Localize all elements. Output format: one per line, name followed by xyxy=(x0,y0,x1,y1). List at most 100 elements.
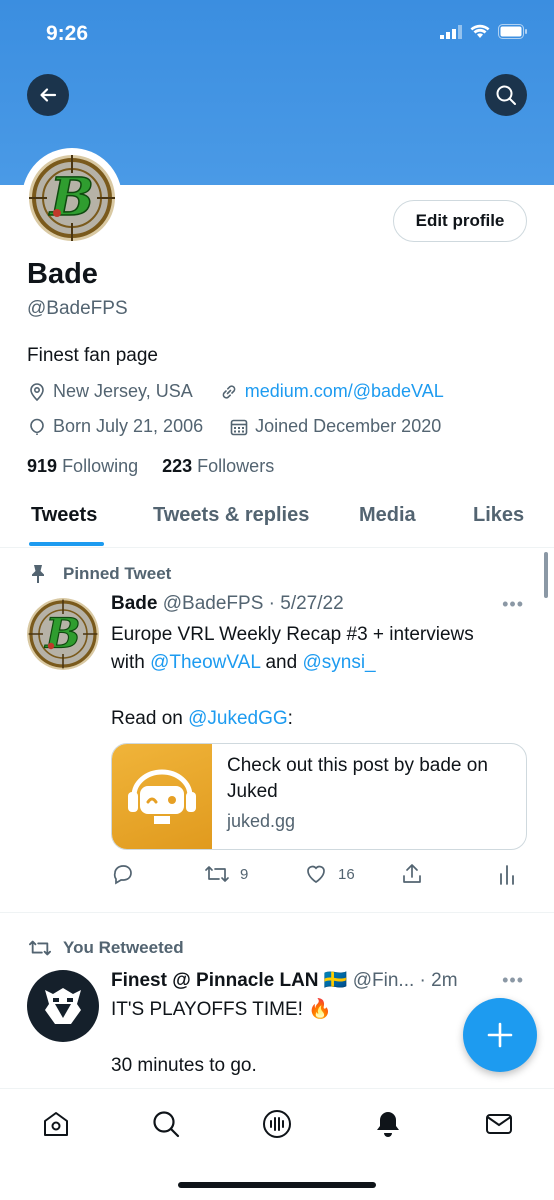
tweet-line-1: Europe VRL Weekly Recap #3 + interviews xyxy=(111,624,474,645)
status-bar: 9:26 xyxy=(0,18,554,48)
link-preview-card[interactable]: Check out this post by bade on Juked juk… xyxy=(111,743,527,850)
tweet-author-meta: @BadeFPS · 5/27/22 xyxy=(162,593,344,614)
retweet-line-1: IT'S PLAYOFFS TIME! 🔥 xyxy=(111,999,332,1020)
following-count: 919 xyxy=(27,456,58,476)
search-icon xyxy=(496,85,516,105)
retweet-author-avatar[interactable] xyxy=(27,970,99,1042)
tab-tweets-replies[interactable]: Tweets & replies xyxy=(153,504,309,527)
followers-link[interactable]: 223 Followers xyxy=(162,456,274,477)
search-icon xyxy=(153,1111,180,1138)
tweet-author-name[interactable]: Bade xyxy=(111,593,157,614)
mention-link[interactable]: @JukedGG xyxy=(188,708,288,729)
tweet-word: with xyxy=(111,652,145,673)
retweet-icon xyxy=(205,866,229,882)
search-button[interactable] xyxy=(485,74,527,116)
wifi-icon xyxy=(470,24,490,38)
following-link[interactable]: 919 Following xyxy=(27,456,138,477)
nav-home[interactable] xyxy=(39,1107,73,1141)
cellular-icon xyxy=(440,24,462,39)
scrollbar[interactable] xyxy=(544,552,548,598)
nav-search[interactable] xyxy=(149,1107,183,1141)
mention-link[interactable]: @synsi_ xyxy=(302,652,375,673)
profile-handle: @BadeFPS xyxy=(27,298,128,319)
like-button[interactable]: 16 xyxy=(304,862,355,886)
analytics-button[interactable] xyxy=(497,862,517,886)
tweet-more-icon[interactable]: ••• xyxy=(502,594,524,615)
calendar-icon xyxy=(230,419,248,435)
retweet-text: IT'S PLAYOFFS TIME! 🔥 30 minutes to go. xyxy=(111,996,332,1080)
arrow-left-icon xyxy=(40,88,57,102)
home-icon xyxy=(44,1112,68,1136)
tweet-word: : xyxy=(287,708,293,729)
plus-icon xyxy=(487,1022,513,1048)
tweet-actions: 9 16 xyxy=(111,862,531,888)
avatar-image: B xyxy=(29,155,115,241)
tab-likes[interactable]: Likes xyxy=(473,504,524,527)
nav-spaces[interactable] xyxy=(260,1107,294,1141)
share-button[interactable] xyxy=(400,862,424,886)
heart-icon xyxy=(307,865,325,884)
finest-logo-icon xyxy=(45,988,81,1024)
tweet-text: Europe VRL Weekly Recap #3 + interviews … xyxy=(111,621,531,733)
profile-joined: Joined December 2020 xyxy=(255,416,442,436)
tweet-divider xyxy=(0,912,554,913)
notifications-icon xyxy=(377,1112,399,1137)
card-domain: juked.gg xyxy=(227,811,296,831)
avatar-image: B xyxy=(27,598,99,670)
pin-icon xyxy=(32,565,44,583)
balloon-icon xyxy=(30,418,44,435)
profile-birthday: Born July 21, 2006 xyxy=(53,416,204,436)
tweet-word: and xyxy=(265,652,298,673)
active-tab-indicator xyxy=(29,542,104,546)
home-indicator[interactable] xyxy=(178,1182,376,1188)
following-label: Following xyxy=(62,456,139,476)
profile-avatar[interactable]: B xyxy=(22,148,122,248)
reply-button[interactable] xyxy=(111,862,135,886)
edit-profile-button[interactable]: Edit profile xyxy=(393,200,527,242)
svg-text:B: B xyxy=(44,609,80,658)
analytics-icon xyxy=(500,865,514,885)
battery-icon xyxy=(498,24,527,39)
tweet-line-3: Read on @JukedGG: xyxy=(111,705,531,733)
mention-link[interactable]: @TheowVAL xyxy=(150,652,260,673)
profile-location: New Jersey, USA xyxy=(53,381,193,401)
profile-meta-row-1: New Jersey, USA medium.com/@badeVAL xyxy=(27,381,444,402)
profile-name: Bade xyxy=(27,258,98,290)
compose-tweet-button[interactable] xyxy=(463,998,537,1072)
retweet-line-2: 30 minutes to go. xyxy=(111,1055,257,1076)
back-button[interactable] xyxy=(27,74,69,116)
nav-notifications[interactable] xyxy=(371,1107,405,1141)
tweet-word: Read on xyxy=(111,708,183,729)
retweet-icon xyxy=(28,940,51,956)
tweet-header: Bade @BadeFPS · 5/27/22 xyxy=(111,593,344,615)
retweeted-text: You Retweeted xyxy=(63,938,184,957)
profile-website-link[interactable]: medium.com/@badeVAL xyxy=(245,381,444,402)
retweet-author-meta: @Fin... · 2m xyxy=(352,970,458,991)
svg-text:B: B xyxy=(48,167,94,228)
spaces-icon xyxy=(263,1110,291,1138)
status-icons xyxy=(440,24,528,39)
like-count: 16 xyxy=(338,865,355,883)
retweet-more-icon[interactable]: ••• xyxy=(502,970,524,991)
profile-bio: Finest fan page xyxy=(27,345,158,366)
followers-count: 223 xyxy=(162,456,193,476)
retweet-author-name[interactable]: Finest @ Pinnacle LAN 🇸🇪 xyxy=(111,970,347,991)
reply-icon xyxy=(113,865,132,885)
profile-meta-row-2: Born July 21, 2006 Joined December 2020 xyxy=(27,416,441,437)
share-icon xyxy=(403,864,421,883)
retweet-button[interactable]: 9 xyxy=(204,862,248,886)
profile-tabs: Tweets Tweets & replies Media Likes xyxy=(0,490,554,548)
nav-messages[interactable] xyxy=(482,1107,516,1141)
card-title: Check out this post by bade on Juked xyxy=(227,755,488,802)
location-icon xyxy=(30,382,44,401)
tab-tweets[interactable]: Tweets xyxy=(31,504,97,527)
tweet-line-2: with @TheowVAL and @synsi_ xyxy=(111,649,531,677)
follow-stats: 919 Following 223 Followers xyxy=(27,456,274,477)
tweet-author-avatar[interactable]: B xyxy=(27,598,99,670)
pinned-tweet-text: Pinned Tweet xyxy=(63,564,172,583)
status-time: 9:26 xyxy=(46,22,89,45)
retweet-header: Finest @ Pinnacle LAN 🇸🇪 @Fin... · 2m xyxy=(111,968,458,992)
card-image xyxy=(112,744,213,849)
retweeted-label: You Retweeted xyxy=(27,937,184,959)
tab-media[interactable]: Media xyxy=(359,504,416,527)
